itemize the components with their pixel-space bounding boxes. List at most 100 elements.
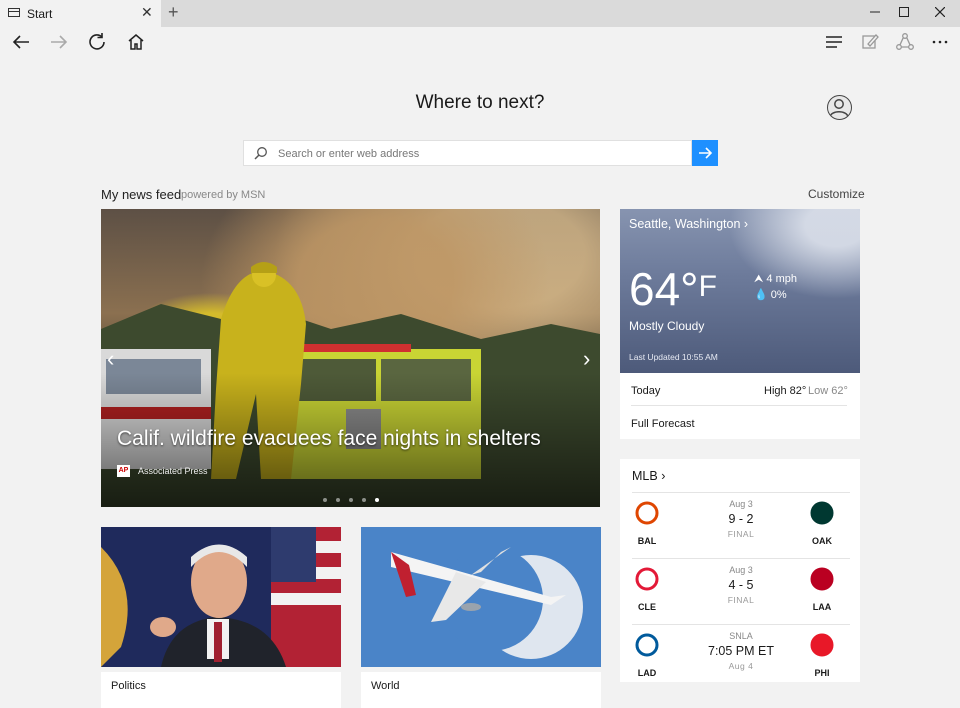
game-info: Aug 3 9 - 2 FINAL xyxy=(701,499,781,539)
game-date: Aug 3 xyxy=(729,499,753,509)
tab-title: Start xyxy=(27,7,53,21)
team-abbr: LAA xyxy=(812,602,832,612)
hero-story[interactable]: ‹ › Calif. wildfire evacuees face nights… xyxy=(101,209,600,507)
game-row[interactable]: LAD SNLA 7:05 PM ET Aug 4 PHI xyxy=(632,624,850,682)
team-logo-icon xyxy=(810,567,834,591)
news-card-politics[interactable]: Politics xyxy=(101,527,341,708)
forward-button[interactable] xyxy=(44,32,74,56)
refresh-button[interactable] xyxy=(82,32,112,56)
home-team: BAL xyxy=(632,501,662,546)
weather-temperature: 64°F xyxy=(629,265,717,313)
away-team: LAA xyxy=(807,567,837,612)
game-info: Aug 3 4 - 5 FINAL xyxy=(701,565,781,605)
mlb-title[interactable]: MLB › xyxy=(632,469,665,483)
mlb-title-label: MLB xyxy=(632,469,658,483)
team-logo-icon xyxy=(635,567,659,591)
news-feed-title: My news feed xyxy=(101,187,182,202)
weather-condition: Mostly Cloudy xyxy=(629,319,705,333)
temperature-unit: F xyxy=(698,270,717,303)
title-bar: Start ✕ + xyxy=(0,0,960,27)
home-team: LAD xyxy=(632,633,662,678)
ap-logo: AP xyxy=(117,465,130,477)
team-abbr: PHI xyxy=(814,668,830,678)
maximize-icon xyxy=(899,7,909,17)
card-label: Politics xyxy=(101,672,341,708)
wind-value: 4 mph xyxy=(766,273,797,285)
share-button[interactable] xyxy=(890,32,920,56)
divider xyxy=(631,405,847,406)
close-window-button[interactable] xyxy=(923,0,957,27)
weather-wind: ⮝ 4 mph xyxy=(754,273,797,286)
game-date: Aug 3 xyxy=(729,565,753,575)
team-abbr: CLE xyxy=(638,602,656,612)
card-label: World xyxy=(361,672,601,708)
tab-start[interactable]: Start ✕ xyxy=(0,0,161,27)
search-input[interactable] xyxy=(276,145,680,163)
world-photo xyxy=(361,527,601,667)
chevron-left-icon[interactable]: ‹ xyxy=(107,346,114,372)
arrow-right-icon xyxy=(699,147,713,159)
weather-location-label: Seattle, Washington xyxy=(629,217,741,231)
navigation-bar xyxy=(0,27,960,61)
game-status: Aug 4 xyxy=(728,661,754,671)
chevron-right-icon[interactable]: › xyxy=(583,346,590,372)
user-icon xyxy=(829,99,849,118)
maximize-button[interactable] xyxy=(887,0,921,27)
weather-precipitation: 💧 0% xyxy=(754,288,787,301)
minimize-icon xyxy=(870,11,880,13)
team-abbr: OAK xyxy=(812,536,832,546)
hub-button[interactable] xyxy=(819,32,849,56)
page-title: Where to next? xyxy=(415,92,545,113)
carousel-dot-active[interactable] xyxy=(375,498,379,502)
game-status: FINAL xyxy=(727,529,755,539)
share-icon xyxy=(896,33,914,50)
low-temp: Low 62° xyxy=(808,385,848,397)
today-label: Today xyxy=(631,385,661,397)
game-score: 9 - 2 xyxy=(728,512,754,526)
carousel-dot[interactable] xyxy=(336,498,340,502)
full-forecast-link[interactable]: Full Forecast xyxy=(631,418,695,430)
carousel-dot[interactable] xyxy=(349,498,353,502)
team-abbr: BAL xyxy=(637,536,657,546)
new-tab-button[interactable]: + xyxy=(168,2,179,23)
game-row[interactable]: BAL Aug 3 9 - 2 FINAL OAK xyxy=(632,492,850,558)
temperature-value: 64° xyxy=(629,263,699,315)
chevron-right-icon: › xyxy=(743,217,749,231)
home-button[interactable] xyxy=(121,32,151,56)
page-icon xyxy=(8,8,20,17)
more-button[interactable] xyxy=(925,32,955,56)
weather-forecast-panel: Today High 82° Low 62° Full Forecast xyxy=(620,373,860,439)
team-abbr: LAD xyxy=(637,668,657,678)
back-button[interactable] xyxy=(6,32,36,56)
back-arrow-icon xyxy=(12,35,29,49)
go-button[interactable] xyxy=(692,140,718,166)
hero-gradient-overlay xyxy=(101,209,600,507)
team-logo-icon xyxy=(635,633,659,657)
game-status: FINAL xyxy=(727,595,755,605)
customize-link[interactable]: Customize xyxy=(808,187,865,201)
wind-icon: ⮝ xyxy=(754,273,764,285)
team-logo-icon xyxy=(810,633,834,657)
refresh-icon xyxy=(89,33,105,50)
search-box xyxy=(243,140,692,166)
forward-arrow-icon xyxy=(51,35,68,49)
weather-updated: Last Updated 10:55 AM xyxy=(629,352,718,362)
web-note-button[interactable] xyxy=(855,32,885,56)
carousel-dot[interactable] xyxy=(362,498,366,502)
weather-card[interactable]: Seattle, Washington › 64°F ⮝ 4 mph 💧 0% … xyxy=(620,209,860,373)
home-team: CLE xyxy=(632,567,662,612)
carousel-dots xyxy=(323,489,388,507)
weather-location[interactable]: Seattle, Washington › xyxy=(629,217,748,231)
game-row[interactable]: CLE Aug 3 4 - 5 FINAL LAA xyxy=(632,558,850,624)
mlb-scores-card: MLB › BAL Aug 3 9 - 2 FINAL OAK CLE Aug 3 4 - 5… xyxy=(620,459,860,682)
carousel-dot[interactable] xyxy=(323,498,327,502)
avatar[interactable] xyxy=(827,95,852,120)
news-card-world[interactable]: World xyxy=(361,527,601,708)
hub-icon xyxy=(826,36,842,48)
hero-headline[interactable]: Calif. wildfire evacuees face nights in … xyxy=(117,427,541,451)
close-tab-icon[interactable]: ✕ xyxy=(141,4,153,21)
game-date: SNLA xyxy=(729,631,753,641)
powered-by-label: powered by MSN xyxy=(181,189,266,201)
politics-photo xyxy=(101,527,341,667)
precipitation-value: 0% xyxy=(770,289,787,301)
